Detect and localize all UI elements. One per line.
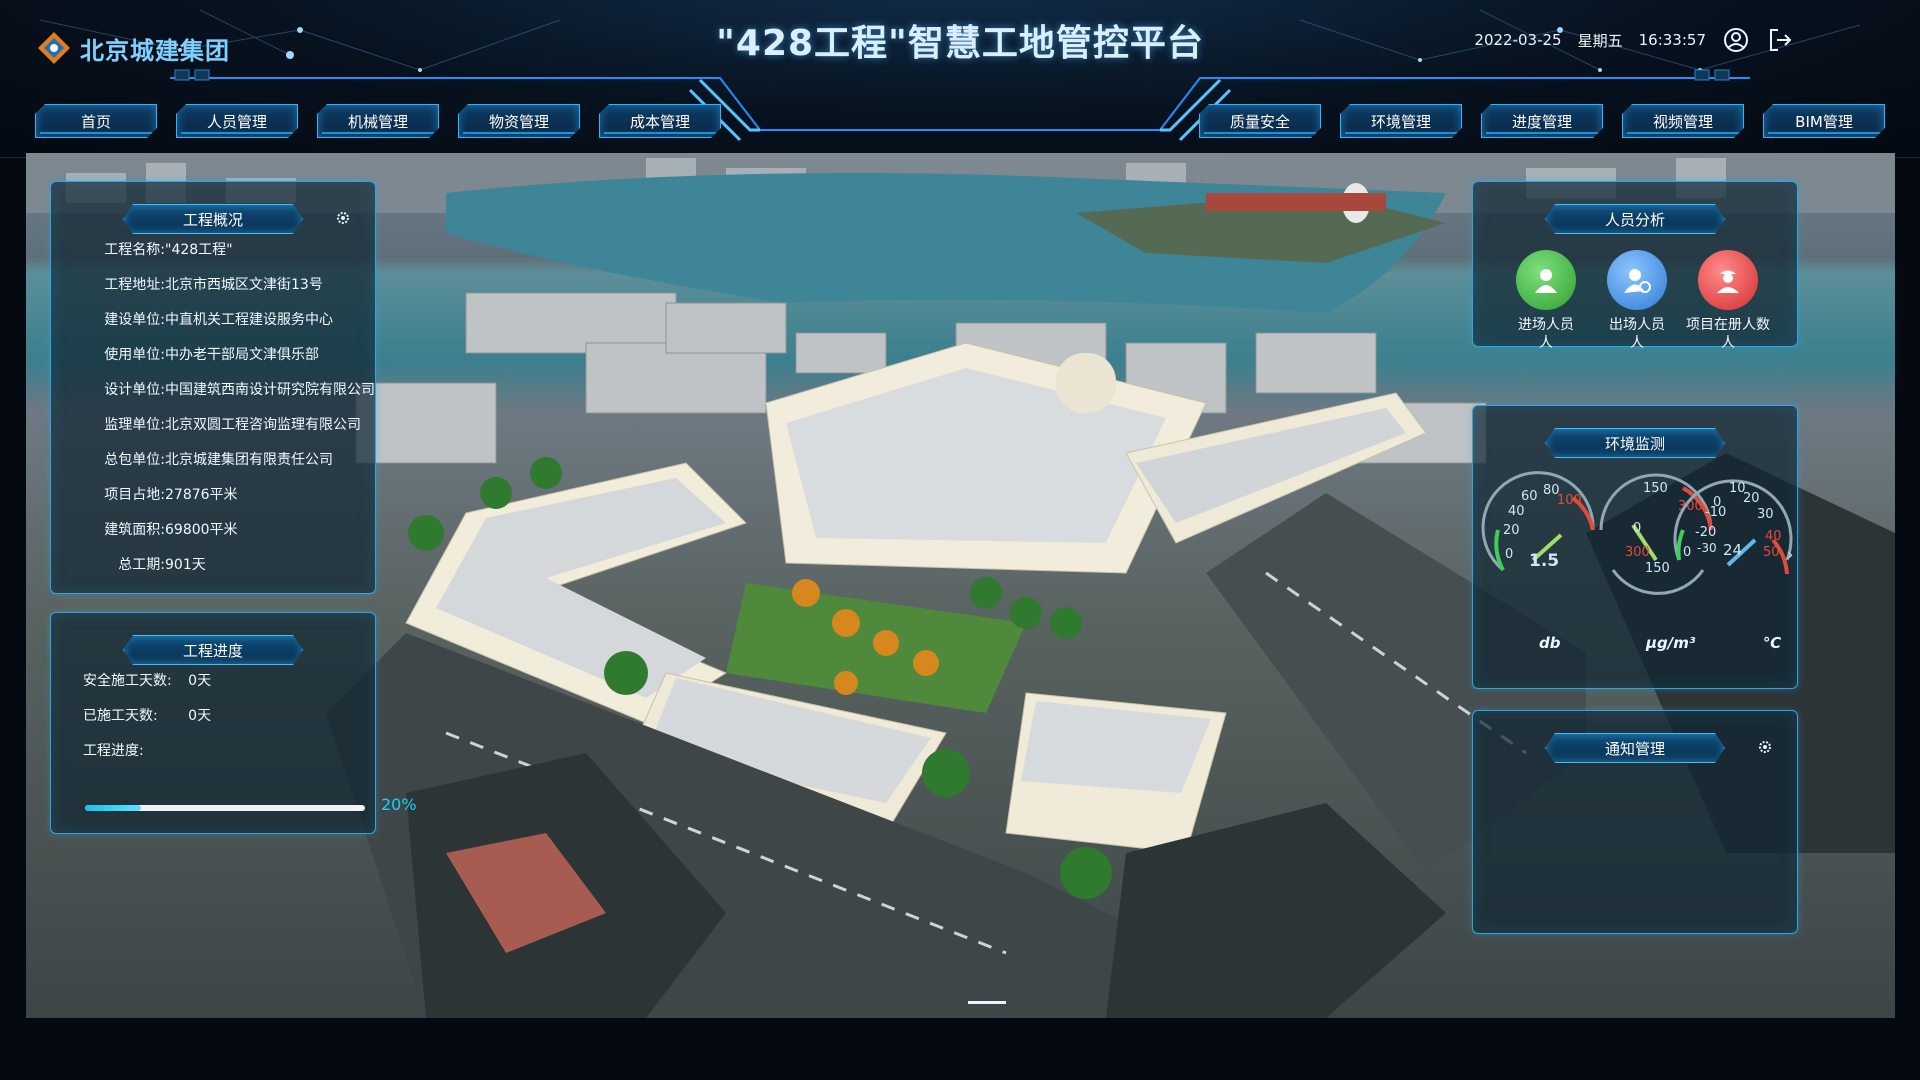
pm-inner-tick: 300 [1625, 545, 1650, 560]
logout-icon[interactable] [1766, 26, 1794, 54]
safe-days-row: 安全施工天数: 0天 [83, 670, 211, 690]
entered-person-icon [1516, 250, 1576, 310]
noise-gauge: 20 40 60 80 100 0 1.5 [1481, 471, 1595, 572]
overview-row: 总工期: 901天 [118, 557, 206, 573]
exited-personnel[interactable]: 出场人员人 [1587, 250, 1687, 352]
exited-personnel-label: 出场人员人 [1609, 317, 1665, 351]
nav-quality-safety[interactable]: 质量安全 [1199, 104, 1321, 138]
overview-row: 工程地址: 北京市西城区文津街13号 [104, 277, 323, 293]
overview-row: 项目占地: 27876平米 [104, 487, 238, 503]
overview-panel: 工程概况 工程名称: "428工程" 工程地址: 北京市西城区文津街13号 建设单位… [50, 181, 376, 594]
temp-tick: -20 [1695, 525, 1716, 540]
entered-personnel[interactable]: 进场人员人 [1496, 250, 1596, 352]
exited-person-icon [1607, 250, 1667, 310]
overview-row: 总包单位: 北京城建集团有限责任公司 [104, 452, 333, 468]
progress-panel: 工程进度 安全施工天数: 0天 已施工天数: 0天 工程进度: 20% [50, 612, 417, 834]
nav-cost[interactable]: 成本管理 [599, 104, 721, 138]
nav-personnel[interactable]: 人员管理 [176, 104, 298, 138]
overview-row: 工程名称: "428工程" [104, 242, 233, 258]
safe-days-label: 安全施工天数: [83, 673, 172, 689]
main-navigation: 首页 人员管理 机械管理 物资管理 成本管理 质量安全 环境管理 进度管理 视频… [0, 104, 1920, 138]
nav-schedule[interactable]: 进度管理 [1481, 104, 1603, 138]
safe-days-value: 0天 [188, 673, 212, 689]
temp-value: 24 [1723, 541, 1742, 559]
nav-bim[interactable]: BIM管理 [1763, 104, 1885, 138]
environment-panel: 环境监测 20 40 60 80 100 0 1.5 0 150 300 300… [1472, 405, 1798, 689]
nav-home[interactable]: 首页 [35, 104, 157, 138]
overview-row: 监理单位: 北京双圆工程咨询监理有限公司 [104, 417, 361, 433]
progress-percent: 20% [381, 795, 417, 814]
noise-tick: 40 [1508, 504, 1525, 519]
registered-personnel-label: 项目在册人数人 [1686, 317, 1770, 351]
site-3d-view[interactable]: 工程概况 工程名称: "428工程" 工程地址: 北京市西城区文津街13号 建设单位… [26, 153, 1895, 1018]
registered-personnel[interactable]: 项目在册人数人 [1678, 250, 1778, 352]
noise-zero: 0 [1505, 547, 1513, 562]
environment-panel-title: 环境监测 [1545, 428, 1725, 458]
temp-tick: 0 [1713, 495, 1721, 510]
notice-panel-title: 通知管理 [1545, 733, 1725, 763]
nav-machinery[interactable]: 机械管理 [317, 104, 439, 138]
personnel-panel: 人员分析 进场人员人 出场人员人 项目在册人数人 [1472, 181, 1798, 351]
next-arrow-icon[interactable]: › [1787, 545, 1793, 564]
nav-materials[interactable]: 物资管理 [458, 104, 580, 138]
noise-unit: db [1539, 634, 1561, 652]
progress-bar [85, 805, 365, 811]
header-status: 2022-03-25 星期五 16:33:57 [1474, 26, 1794, 54]
noise-tick: 60 [1521, 489, 1538, 504]
settings-gear-icon[interactable] [1757, 739, 1773, 755]
overview-row: 建设单位: 中直机关工程建设服务中心 [104, 312, 333, 328]
user-icon[interactable] [1722, 26, 1750, 54]
current-weekday: 星期五 [1577, 31, 1623, 50]
noise-tick: 20 [1503, 523, 1520, 538]
done-days-row: 已施工天数: 0天 [83, 705, 211, 725]
overview-row: 建筑面积: 69800平米 [104, 522, 238, 538]
environment-gauges: 20 40 60 80 100 0 1.5 0 150 300 300 150 … [1481, 471, 1793, 595]
header: 北京城建集团 "428工程"智慧工地管控平台 2022-03-25 星期五 16… [0, 0, 1920, 158]
temp-tick: -30 [1697, 541, 1717, 555]
pm-unit: μg/m³ [1646, 634, 1696, 652]
noise-value: 1.5 [1529, 551, 1559, 571]
temp-unit: ℃ [1763, 634, 1782, 652]
current-date: 2022-03-25 [1474, 31, 1562, 49]
progress-panel-title: 工程进度 [123, 635, 303, 665]
pm-inner-tick: 0 [1683, 545, 1691, 560]
pm-inner-tick: 150 [1645, 561, 1670, 576]
progress-label: 工程进度: [83, 743, 144, 759]
scroll-indicator[interactable] [968, 1001, 1006, 1004]
notice-panel: 通知管理 [1472, 710, 1798, 934]
pm-tick: 150 [1643, 481, 1668, 496]
settings-gear-icon[interactable] [335, 210, 351, 226]
temp-tick: 20 [1743, 491, 1760, 506]
overview-panel-title: 工程概况 [123, 204, 303, 234]
done-days-label: 已施工天数: [83, 708, 158, 724]
done-days-value: 0天 [188, 708, 212, 724]
noise-tick: 100 [1557, 493, 1582, 508]
temp-tick: 30 [1757, 507, 1774, 522]
entered-personnel-label: 进场人员人 [1518, 317, 1574, 351]
overview-row: 使用单位: 中办老干部局文津俱乐部 [104, 347, 319, 363]
pm-tick: 0 [1633, 521, 1641, 536]
nav-environment[interactable]: 环境管理 [1340, 104, 1462, 138]
nav-video[interactable]: 视频管理 [1622, 104, 1744, 138]
overview-row: 设计单位: 中国建筑西南设计研究院有限公司 [104, 382, 375, 398]
registered-person-icon [1698, 250, 1758, 310]
current-time: 16:33:57 [1638, 31, 1706, 49]
progress-bar-fill [85, 805, 141, 811]
personnel-panel-title: 人员分析 [1545, 204, 1725, 234]
temp-tick: 40 [1765, 529, 1782, 544]
temp-tick: 50 [1763, 545, 1780, 560]
